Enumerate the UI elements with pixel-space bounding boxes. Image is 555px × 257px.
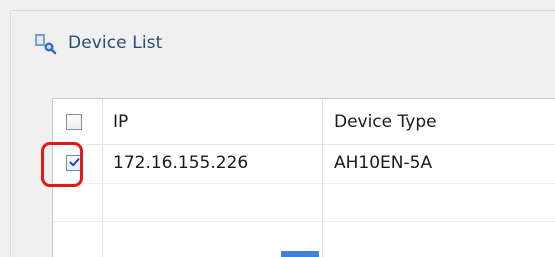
header-select-all-checkbox[interactable] [66, 114, 82, 130]
panel-header: Device List [32, 29, 162, 57]
row-separator [53, 221, 555, 222]
row-separator [53, 183, 555, 184]
row-select-checkbox[interactable] [66, 155, 82, 171]
device-list-icon [32, 31, 62, 55]
device-table: IP Device Type 172.16.155.226 AH10EN-5A [52, 98, 555, 257]
panel-left-border [10, 10, 11, 257]
device-list-panel: Device List IP Device Type 172.16.155.22… [0, 0, 555, 257]
checkmark-icon [69, 158, 80, 167]
column-divider-select [102, 99, 103, 257]
panel-top-border [10, 10, 555, 11]
table-header: IP Device Type [53, 99, 555, 145]
row-ip-cell: 172.16.155.226 [113, 153, 249, 173]
row-device-type-cell: AH10EN-5A [334, 153, 433, 173]
device-type-column-header[interactable]: Device Type [334, 111, 437, 133]
column-divider-ip [322, 99, 323, 257]
bottom-accent-bar [281, 251, 319, 257]
ip-column-header[interactable]: IP [113, 111, 128, 133]
panel-title: Device List [68, 33, 163, 53]
